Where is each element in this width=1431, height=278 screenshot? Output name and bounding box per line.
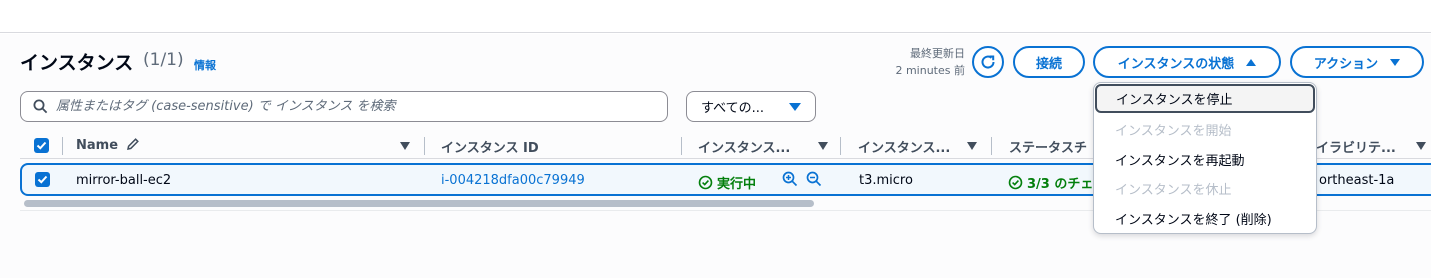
column-header-name[interactable]: Name bbox=[76, 137, 140, 153]
zoom-in-icon[interactable] bbox=[782, 171, 798, 187]
column-header-availability-zone[interactable]: イラビリテ... bbox=[1316, 137, 1396, 156]
status-check: 3/3 のチェ bbox=[1008, 173, 1093, 192]
state-filter-value: すべての... bbox=[701, 101, 764, 116]
search-input[interactable] bbox=[56, 99, 636, 114]
column-header-instance-type[interactable]: インスタンス... bbox=[858, 137, 950, 156]
column-separator bbox=[681, 137, 682, 155]
zoom-out-icon[interactable] bbox=[806, 171, 822, 187]
column-separator bbox=[840, 137, 841, 155]
state-filter-select[interactable]: すべての... bbox=[686, 91, 816, 122]
check-circle-icon bbox=[1008, 175, 1023, 190]
caret-down-icon bbox=[1390, 58, 1401, 66]
instance-state-button[interactable]: インスタンスの状態 bbox=[1093, 46, 1281, 78]
edit-icon bbox=[126, 138, 139, 150]
check-circle-icon bbox=[698, 175, 713, 190]
instance-state: 実行中 bbox=[698, 173, 756, 192]
instance-name: mirror-ball-ec2 bbox=[76, 173, 172, 188]
menu-item-stop-instance[interactable]: インスタンスを停止 bbox=[1095, 84, 1315, 113]
page-title: インスタンス bbox=[20, 52, 134, 74]
refresh-icon bbox=[981, 55, 995, 69]
search-box[interactable] bbox=[20, 91, 668, 122]
checkbox-checked-icon bbox=[36, 141, 47, 150]
refresh-button[interactable] bbox=[972, 46, 1004, 78]
column-separator bbox=[62, 137, 63, 155]
search-icon bbox=[33, 99, 48, 114]
sort-icon[interactable] bbox=[400, 142, 410, 150]
menu-item-start-instance: インスタンスを開始 bbox=[1115, 123, 1232, 139]
availability-zone: ortheast-1a bbox=[1319, 173, 1395, 188]
sort-icon[interactable] bbox=[967, 142, 977, 150]
caret-down-icon bbox=[789, 102, 801, 111]
column-header-status-check[interactable]: ステータスチ bbox=[1009, 137, 1087, 156]
connect-button[interactable]: 接続 bbox=[1013, 46, 1085, 78]
column-separator bbox=[991, 137, 992, 155]
last-updated-label: 最終更新日 bbox=[910, 47, 965, 60]
info-link[interactable]: 情報 bbox=[194, 57, 216, 73]
column-header-name-label: Name bbox=[76, 138, 119, 153]
horizontal-scrollbar[interactable] bbox=[24, 200, 814, 207]
column-header-instance-state[interactable]: インスタンス... bbox=[698, 137, 790, 156]
sort-icon[interactable] bbox=[818, 142, 828, 150]
instance-id-link[interactable]: i-004218dfa00c79949 bbox=[441, 173, 585, 188]
actions-label: アクション bbox=[1313, 56, 1379, 72]
actions-button[interactable]: アクション bbox=[1290, 46, 1424, 78]
instance-count: (1/1) bbox=[143, 50, 184, 70]
last-updated-value: 2 minutes 前 bbox=[895, 64, 965, 77]
instance-type: t3.micro bbox=[859, 173, 913, 188]
checkbox-checked-icon bbox=[37, 175, 48, 184]
top-strip bbox=[0, 0, 1431, 33]
menu-item-reboot-instance[interactable]: インスタンスを再起動 bbox=[1094, 144, 1316, 174]
caret-up-icon bbox=[1246, 58, 1257, 66]
row-checkbox[interactable] bbox=[35, 172, 50, 187]
menu-item-terminate-instance[interactable]: インスタンスを終了 (削除) bbox=[1094, 203, 1316, 233]
last-updated: 最終更新日 2 minutes 前 bbox=[895, 45, 965, 79]
column-separator bbox=[424, 137, 425, 155]
menu-item-hibernate-instance: インスタンスを休止 bbox=[1115, 182, 1232, 198]
select-all-checkbox[interactable] bbox=[34, 138, 49, 153]
instance-state-text: 実行中 bbox=[717, 177, 757, 192]
column-header-instance-id[interactable]: インスタンス ID bbox=[441, 137, 539, 156]
status-check-text: 3/3 のチェ bbox=[1027, 177, 1094, 192]
instance-state-label: インスタンスの状態 bbox=[1117, 56, 1235, 72]
instance-state-menu: インスタンスを停止 インスタンスを開始 インスタンスを再起動 インスタンスを休止… bbox=[1093, 82, 1317, 234]
sort-icon[interactable] bbox=[1416, 142, 1426, 150]
